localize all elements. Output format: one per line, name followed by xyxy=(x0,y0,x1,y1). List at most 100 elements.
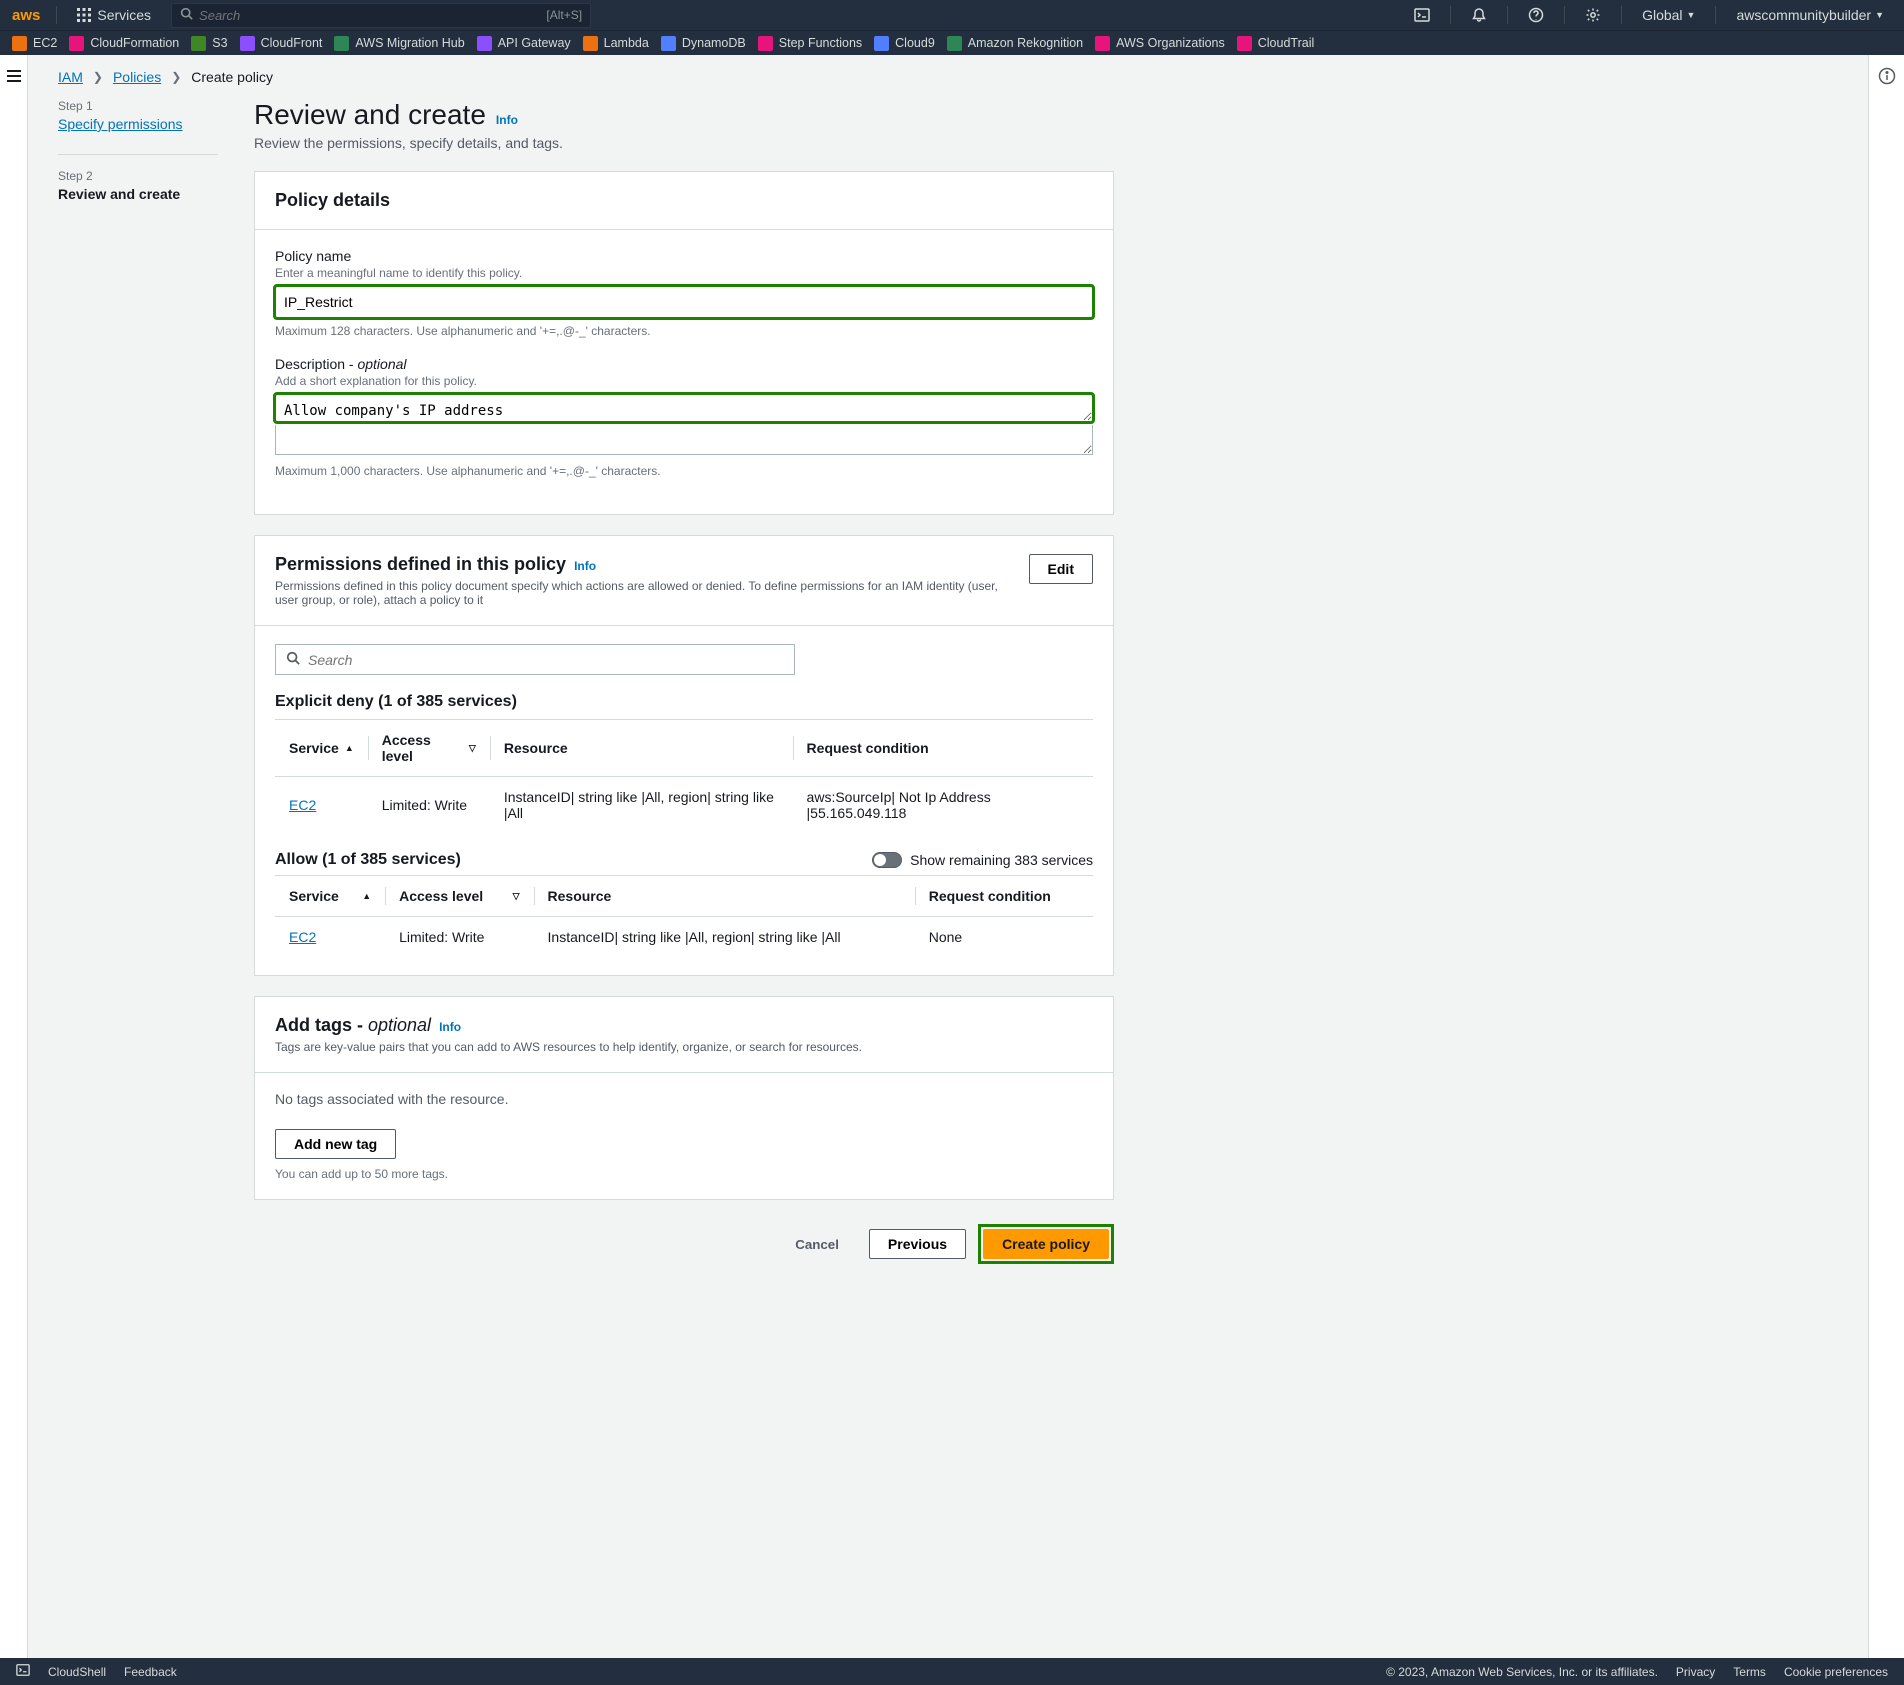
cell-resource: InstanceID| string like |All, region| st… xyxy=(534,917,915,958)
allow-table: Service▲ Access level▽ Resource Request … xyxy=(275,875,1093,957)
col-access[interactable]: Access level▽ xyxy=(368,720,490,777)
col-condition: Request condition xyxy=(793,720,1093,777)
policy-details-heading: Policy details xyxy=(275,190,390,211)
tags-info-link[interactable]: Info xyxy=(439,1020,461,1034)
breadcrumb-policies[interactable]: Policies xyxy=(113,69,161,85)
footer: CloudShell Feedback © 2023, Amazon Web S… xyxy=(0,1658,1904,1685)
fav-lambda[interactable]: Lambda xyxy=(583,36,649,51)
cloudshell-icon[interactable] xyxy=(1406,3,1438,27)
add-tag-button[interactable]: Add new tag xyxy=(275,1129,396,1159)
account-label: awscommunitybuilder xyxy=(1736,7,1871,23)
toggle-label: Show remaining 383 services xyxy=(910,852,1093,868)
step1-link[interactable]: Specify permissions xyxy=(58,116,183,132)
step1-label: Step 1 xyxy=(58,99,218,113)
policy-desc-input-ext[interactable] xyxy=(275,425,1093,455)
explicit-deny-heading: Explicit deny (1 of 385 services) xyxy=(275,693,1093,711)
chevron-down-icon: ▼ xyxy=(1687,10,1696,20)
services-menu[interactable]: Services xyxy=(69,3,159,27)
service-icon xyxy=(661,36,676,51)
chevron-right-icon: ❯ xyxy=(93,70,103,84)
policy-desc-constraint: Maximum 1,000 characters. Use alphanumer… xyxy=(275,464,1093,478)
policy-details-panel: Policy details Policy name Enter a meani… xyxy=(254,171,1114,515)
tags-desc: Tags are key-value pairs that you can ad… xyxy=(275,1040,862,1054)
fav-organizations[interactable]: AWS Organizations xyxy=(1095,36,1225,51)
col-service[interactable]: Service▲ xyxy=(275,720,368,777)
aws-logo[interactable]: aws xyxy=(12,7,40,24)
info-icon[interactable] xyxy=(1878,67,1896,88)
terms-link[interactable]: Terms xyxy=(1733,1665,1766,1679)
fav-migration-hub[interactable]: AWS Migration Hub xyxy=(334,36,464,51)
cloudshell-link[interactable]: CloudShell xyxy=(48,1665,106,1679)
breadcrumb-iam[interactable]: IAM xyxy=(58,69,83,85)
policy-desc-hint: Add a short explanation for this policy. xyxy=(275,374,1093,388)
help-icon[interactable] xyxy=(1520,3,1552,27)
chevron-down-icon: ▼ xyxy=(1875,10,1884,20)
cell-condition: None xyxy=(915,917,1093,958)
policy-desc-label: Description - optional xyxy=(275,356,1093,372)
cell-condition: aws:SourceIp| Not Ip Address |55.165.049… xyxy=(793,777,1093,834)
policy-desc-input[interactable] xyxy=(275,394,1093,422)
fav-cloudtrail[interactable]: CloudTrail xyxy=(1237,36,1315,51)
top-nav: aws Services [Alt+S] Global ▼ awscommuni… xyxy=(0,0,1904,30)
account-menu[interactable]: awscommunitybuilder ▼ xyxy=(1728,3,1892,27)
favorites-bar: EC2 CloudFormation S3 CloudFront AWS Mig… xyxy=(0,30,1904,55)
permissions-info-link[interactable]: Info xyxy=(574,559,596,573)
fav-api-gateway[interactable]: API Gateway xyxy=(477,36,571,51)
cancel-button[interactable]: Cancel xyxy=(777,1231,857,1258)
fav-cloudfront[interactable]: CloudFront xyxy=(240,36,323,51)
feedback-link[interactable]: Feedback xyxy=(124,1665,177,1679)
services-label: Services xyxy=(97,7,151,23)
grid-icon xyxy=(77,8,91,22)
sort-icon: ▽ xyxy=(469,743,476,754)
permissions-search[interactable] xyxy=(275,644,795,675)
edit-button[interactable]: Edit xyxy=(1029,554,1093,584)
service-icon xyxy=(240,36,255,51)
col-service[interactable]: Service▲ xyxy=(275,876,385,917)
page-title: Review and create xyxy=(254,99,486,131)
create-policy-button[interactable]: Create policy xyxy=(983,1229,1109,1259)
sidebar-toggle-column xyxy=(0,55,28,1658)
no-tags-text: No tags associated with the resource. xyxy=(275,1091,1093,1107)
region-label: Global xyxy=(1642,7,1682,23)
permissions-desc: Permissions defined in this policy docum… xyxy=(275,579,1009,607)
allow-heading: Allow (1 of 385 services) xyxy=(275,851,461,869)
show-remaining-toggle[interactable]: Show remaining 383 services xyxy=(872,852,1093,868)
divider xyxy=(56,6,57,24)
col-access[interactable]: Access level▽ xyxy=(385,876,533,917)
cell-resource: InstanceID| string like |All, region| st… xyxy=(490,777,793,834)
previous-button[interactable]: Previous xyxy=(869,1229,966,1259)
tags-panel: Add tags - optional Info Tags are key-va… xyxy=(254,996,1114,1200)
privacy-link[interactable]: Privacy xyxy=(1676,1665,1715,1679)
service-icon xyxy=(1095,36,1110,51)
chevron-right-icon: ❯ xyxy=(171,70,181,84)
fav-cloudformation[interactable]: CloudFormation xyxy=(69,36,179,51)
tags-heading: Add tags - optional xyxy=(275,1015,431,1036)
service-icon xyxy=(874,36,889,51)
cloudshell-icon[interactable] xyxy=(16,1663,30,1680)
service-icon xyxy=(12,36,27,51)
fav-dynamodb[interactable]: DynamoDB xyxy=(661,36,746,51)
fav-s3[interactable]: S3 xyxy=(191,36,227,51)
notifications-icon[interactable] xyxy=(1463,3,1495,27)
region-selector[interactable]: Global ▼ xyxy=(1634,3,1703,27)
permissions-search-input[interactable] xyxy=(308,652,784,668)
page-info-link[interactable]: Info xyxy=(496,113,518,127)
create-highlight: Create policy xyxy=(978,1224,1114,1264)
service-link-ec2[interactable]: EC2 xyxy=(289,929,316,945)
service-icon xyxy=(191,36,206,51)
fav-cloud9[interactable]: Cloud9 xyxy=(874,36,935,51)
fav-rekognition[interactable]: Amazon Rekognition xyxy=(947,36,1083,51)
fav-ec2[interactable]: EC2 xyxy=(12,36,57,51)
toggle-switch[interactable] xyxy=(872,852,902,868)
cell-access: Limited: Write xyxy=(385,917,533,958)
global-search[interactable]: [Alt+S] xyxy=(171,3,591,28)
cookies-link[interactable]: Cookie preferences xyxy=(1784,1665,1888,1679)
col-resource: Resource xyxy=(534,876,915,917)
step2-title: Review and create xyxy=(58,186,218,202)
fav-step-functions[interactable]: Step Functions xyxy=(758,36,862,51)
policy-name-input[interactable] xyxy=(275,286,1093,318)
menu-icon[interactable] xyxy=(6,69,22,86)
service-link-ec2[interactable]: EC2 xyxy=(289,797,316,813)
settings-icon[interactable] xyxy=(1577,3,1609,27)
global-search-input[interactable] xyxy=(199,8,540,23)
